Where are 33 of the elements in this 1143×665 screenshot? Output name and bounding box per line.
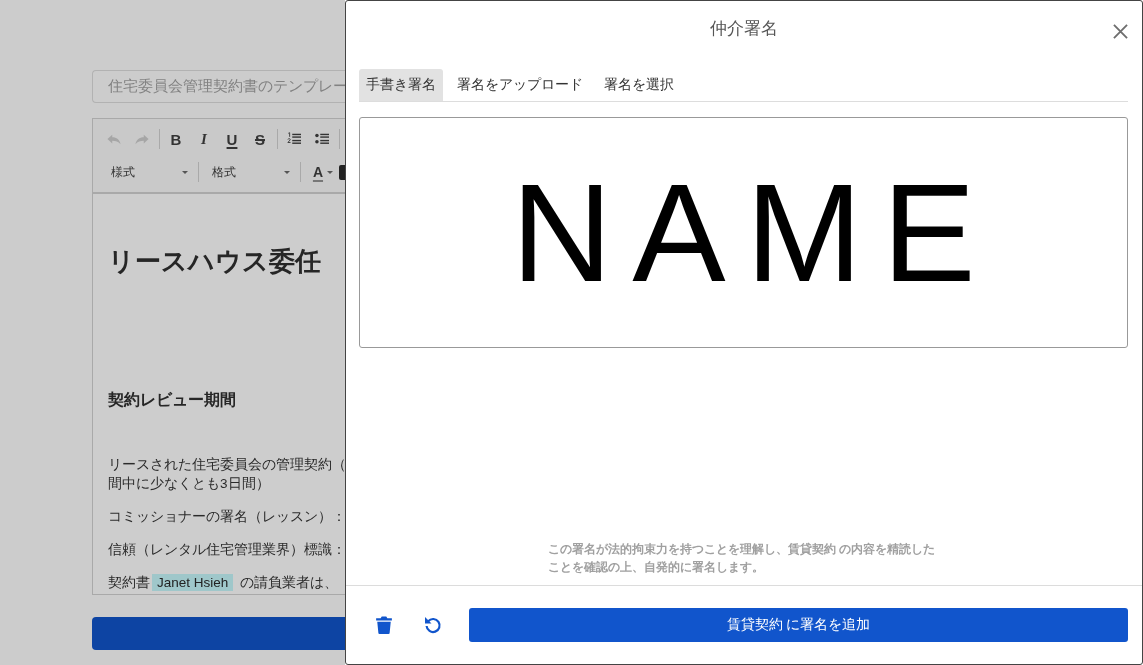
undo-icon[interactable] — [424, 616, 442, 634]
tab[interactable]: 手書き署名 — [359, 69, 443, 101]
disclaimer-text: この署名が法的拘束力を持つことを理解し、賃貸契約 の内容を精読したことを確認の上、自発的に署名します。 — [547, 541, 937, 576]
format-dropdown[interactable]: 格式 — [201, 160, 297, 184]
trash-icon[interactable] — [376, 616, 392, 634]
dialog-title: 仲介署名 — [709, 18, 778, 40]
italic-button[interactable]: I — [190, 128, 218, 150]
paragraph-line: リースされた住宅委員会の管理契約（ — [108, 456, 345, 474]
caret-icon — [327, 170, 334, 174]
caret-icon — [283, 170, 290, 174]
tab[interactable]: 署名を選択 — [597, 69, 681, 101]
bold-button[interactable]: B — [162, 128, 190, 150]
caret-icon — [182, 170, 189, 174]
name-chip: Janet Hsieh — [152, 574, 234, 591]
signature-pad[interactable]: NAME — [359, 117, 1128, 348]
section-heading: 契約レビュー期間 — [108, 390, 237, 410]
text-color-button[interactable]: A — [302, 160, 338, 184]
signature-text: NAME — [510, 162, 996, 303]
bullet-list-icon[interactable] — [315, 132, 329, 146]
format-dropdown[interactable]: 様式 — [100, 160, 196, 184]
paragraph-text: 信頼（レンタル住宅管理業界）標識： — [108, 541, 345, 559]
paragraph-text: 契約書 — [108, 574, 150, 592]
document-title: リースハウス委任 — [108, 245, 322, 278]
tab[interactable]: 署名をアップロード — [450, 69, 590, 101]
add-signature-button[interactable]: 賃貸契約 に署名を追加 — [469, 608, 1128, 642]
highlight-icon[interactable] — [339, 164, 345, 180]
underline-button[interactable]: U — [218, 128, 246, 150]
strikethrough-button[interactable]: S — [246, 128, 274, 150]
paragraph-text: の請負業者は、 — [240, 574, 339, 592]
close-icon[interactable] — [1113, 23, 1128, 39]
paragraph-line: 間中に少なくとも3日間） — [108, 475, 271, 493]
paragraph-text: コミッショナーの署名（レッスン）： — [108, 508, 345, 526]
numbered-list-icon[interactable] — [287, 132, 301, 146]
